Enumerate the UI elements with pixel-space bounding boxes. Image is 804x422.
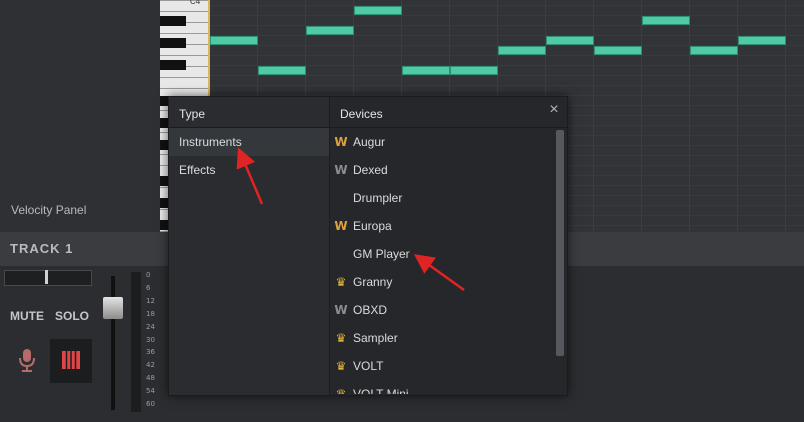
type-header: Type: [179, 107, 206, 121]
instrument-keys-button[interactable]: [50, 339, 92, 383]
mute-button[interactable]: MUTE: [10, 309, 44, 323]
grid-row-line: [210, 55, 804, 56]
white-key-divider: [160, 11, 208, 12]
white-key-divider: [160, 55, 208, 56]
device-item-drumpler[interactable]: Drumpler: [330, 184, 555, 212]
device-item-gm-player[interactable]: GM Player: [330, 240, 555, 268]
device-item-label: Augur: [353, 135, 386, 149]
white-key-divider: [160, 0, 208, 1]
pan-slider[interactable]: [4, 270, 92, 286]
black-key[interactable]: [160, 60, 186, 70]
left-panel: [0, 0, 160, 232]
volume-fader-handle[interactable]: [103, 297, 123, 319]
white-key-divider: [160, 33, 208, 34]
add-device-dialog: Type Devices × Instruments Effects W Aug…: [168, 96, 568, 396]
meter-scale-tick: 0: [146, 271, 151, 279]
type-item-label: Effects: [179, 163, 216, 177]
close-icon[interactable]: ×: [547, 102, 561, 118]
meter-scale-tick: 54: [146, 387, 155, 396]
white-key-divider: [160, 88, 208, 89]
device-item-label: OBXD: [353, 303, 388, 317]
device-item-label: Sampler: [353, 331, 398, 345]
device-item-augur[interactable]: W Augur: [330, 128, 555, 156]
device-item-label: Granny: [353, 275, 393, 289]
midi-note[interactable]: [690, 46, 738, 55]
devices-header: Devices: [340, 107, 383, 121]
midi-note[interactable]: [738, 36, 786, 45]
device-item-label: VOLT: [353, 359, 384, 373]
meter-scale-tick: 12: [146, 296, 155, 305]
midi-note[interactable]: [210, 36, 258, 45]
midi-note[interactable]: [402, 66, 450, 75]
crown-icon: ♛: [335, 275, 347, 289]
devices-scrollbar[interactable]: [556, 130, 564, 356]
device-item-label: Dexed: [353, 163, 388, 177]
level-meter: [131, 272, 141, 412]
grid-row-line: [210, 35, 804, 36]
crown-icon: ♛: [335, 359, 347, 373]
meter-scale-tick: 36: [146, 348, 155, 357]
device-item-label: Drumpler: [353, 191, 403, 205]
piano-keys-icon: [62, 351, 80, 369]
meter-scale-tick: 30: [146, 335, 155, 344]
meter-scale-tick: 24: [146, 322, 155, 331]
device-item-obxd[interactable]: W OBXD: [330, 296, 555, 324]
microphone-icon[interactable]: [14, 346, 40, 376]
midi-note[interactable]: [258, 66, 306, 75]
track-title: TRACK 1: [10, 241, 74, 256]
midi-note[interactable]: [450, 66, 498, 75]
device-item-europa[interactable]: W Europa: [330, 212, 555, 240]
midi-note[interactable]: [546, 36, 594, 45]
device-item-volt[interactable]: ♛ VOLT: [330, 352, 555, 380]
grid-row-line: [210, 85, 804, 86]
grid-row-line: [210, 75, 804, 76]
midi-note[interactable]: [354, 6, 402, 15]
solo-button[interactable]: SOLO: [55, 309, 89, 323]
meter-scale-tick: 60: [146, 400, 155, 408]
octave-label: C4: [190, 0, 201, 6]
w-gray-icon: W: [334, 303, 348, 317]
grid-row-line: [210, 15, 804, 16]
grid-row-line: [210, 25, 804, 26]
w-gray-icon: W: [334, 163, 348, 177]
white-key-divider: [160, 77, 208, 78]
midi-note[interactable]: [642, 16, 690, 25]
device-item-granny[interactable]: ♛ Granny: [330, 268, 555, 296]
w-gold-icon: W: [334, 219, 348, 233]
meter-scale-tick: 6: [146, 283, 151, 292]
device-item-label: GM Player: [353, 247, 410, 261]
device-item-volt-mini[interactable]: ♛ VOLT Mini: [330, 380, 555, 394]
w-gold-icon: W: [334, 135, 348, 149]
device-item-label: Europa: [353, 219, 392, 233]
device-item-sampler[interactable]: ♛ Sampler: [330, 324, 555, 352]
type-item-instruments[interactable]: Instruments: [169, 128, 329, 156]
crown-icon: ♛: [335, 331, 347, 345]
meter-scale-tick: 18: [146, 309, 155, 318]
midi-note[interactable]: [498, 46, 546, 55]
devices-list: W Augur W Dexed Drumpler W Europa GM Pla…: [330, 128, 555, 394]
device-item-dexed[interactable]: W Dexed: [330, 156, 555, 184]
grid-row-line: [210, 5, 804, 6]
meter-scale-tick: 48: [146, 374, 155, 383]
meter-scale-tick: 42: [146, 361, 155, 370]
crown-icon: ♛: [335, 387, 347, 394]
device-item-label: VOLT Mini: [353, 387, 409, 394]
midi-note[interactable]: [306, 26, 354, 35]
black-key[interactable]: [160, 38, 186, 48]
type-item-label: Instruments: [179, 135, 242, 149]
type-item-effects[interactable]: Effects: [169, 156, 329, 184]
pan-slider-handle[interactable]: [45, 270, 48, 284]
velocity-panel-label[interactable]: Velocity Panel: [11, 203, 86, 217]
black-key[interactable]: [160, 16, 186, 26]
midi-note[interactable]: [594, 46, 642, 55]
